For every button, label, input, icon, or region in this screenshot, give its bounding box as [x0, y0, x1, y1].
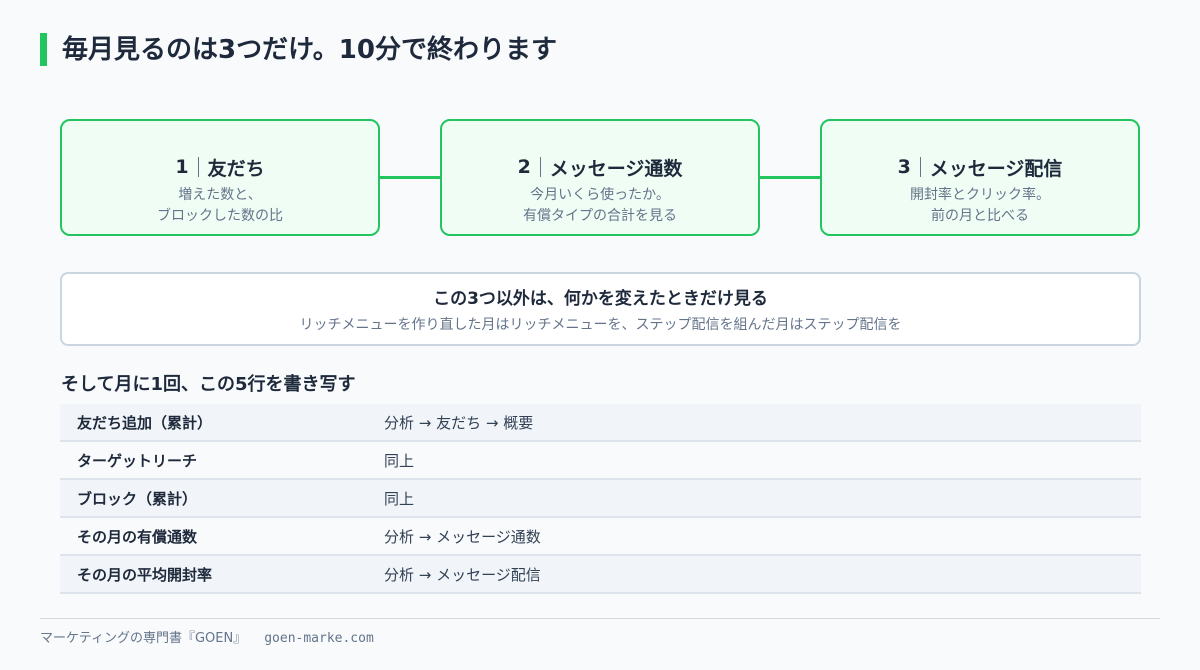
footer-divider: [40, 618, 1160, 619]
row-value: 分析 → メッセージ通数: [384, 527, 541, 546]
step-label: メッセージ通数: [549, 157, 683, 180]
row-key: 友だち追加（累計）: [77, 413, 213, 432]
step-label: メッセージ配信: [929, 157, 1063, 180]
title-accent-bar: [40, 33, 47, 66]
table-row: その月の平均開封率 分析 → メッセージ配信: [60, 556, 1141, 594]
step-card-3-head: 3 メッセージ配信: [822, 152, 1138, 182]
checklist-table: 友だち追加（累計） 分析 → 友だち → 概要 ターゲットリーチ 同上 ブロック…: [60, 404, 1141, 594]
step-divider: [197, 157, 199, 177]
step-divider: [539, 157, 541, 177]
step-desc-line2: ブロックした数の比: [157, 208, 283, 224]
note-subtext: リッチメニューを作り直した月はリッチメニューを、ステップ配信を組んだ月はステップ…: [299, 317, 902, 333]
step-label: 友だち: [207, 157, 265, 180]
step-card-2-head: 2 メッセージ通数: [442, 152, 758, 182]
row-value: 同上: [384, 489, 415, 508]
note-heading: この3つ以外は、何かを変えたときだけ見る: [433, 289, 768, 309]
step-desc-line1: 今月いくら使ったか。: [530, 187, 670, 203]
footer: マーケティングの専門書『GOEN』 goen-marke.com: [40, 630, 374, 648]
step-desc-line1: 増えた数と、: [178, 187, 262, 203]
row-key: その月の平均開封率: [77, 565, 213, 584]
table-row: ブロック（累計） 同上: [60, 480, 1141, 518]
step-card-1-head: 1 友だち: [62, 152, 378, 182]
slide: 毎月見るのは3つだけ。10分で終わります 1 友だち 増えた数と、 ブロックした…: [0, 0, 1200, 670]
row-value: 分析 → メッセージ配信: [384, 565, 541, 584]
row-value: 同上: [384, 451, 415, 470]
note-box: この3つ以外は、何かを変えたときだけ見る リッチメニューを作り直した月はリッチメ…: [60, 272, 1141, 346]
step-number: 1: [175, 156, 189, 178]
step-card-3: 3 メッセージ配信 開封率とクリック率。 前の月と比べる: [820, 119, 1140, 236]
step-connector-2: [760, 176, 822, 179]
table-title: そして月に1回、この5行を書き写す: [61, 374, 356, 395]
row-value: 分析 → 友だち → 概要: [384, 413, 534, 432]
row-key: ターゲットリーチ: [77, 451, 198, 470]
row-key: その月の有償通数: [77, 527, 198, 546]
step-number: 3: [897, 156, 911, 178]
step-number: 2: [517, 156, 531, 178]
table-row: 友だち追加（累計） 分析 → 友だち → 概要: [60, 404, 1141, 442]
footer-url[interactable]: goen-marke.com: [264, 631, 374, 646]
step-divider: [919, 157, 921, 177]
step-card-1: 1 友だち 増えた数と、 ブロックした数の比: [60, 119, 380, 236]
step-connector-1: [380, 176, 442, 179]
row-key: ブロック（累計）: [77, 489, 198, 508]
step-card-2: 2 メッセージ通数 今月いくら使ったか。 有償タイプの合計を見る: [440, 119, 760, 236]
table-row: ターゲットリーチ 同上: [60, 442, 1141, 480]
footer-brand: マーケティングの専門書『GOEN』: [40, 631, 247, 646]
page-title: 毎月見るのは3つだけ。10分で終わります: [62, 35, 557, 65]
step-desc-line1: 開封率とクリック率。: [910, 187, 1050, 203]
table-row: その月の有償通数 分析 → メッセージ通数: [60, 518, 1141, 556]
step-desc-line2: 前の月と比べる: [931, 208, 1029, 224]
step-desc-line2: 有償タイプの合計を見る: [523, 208, 677, 224]
